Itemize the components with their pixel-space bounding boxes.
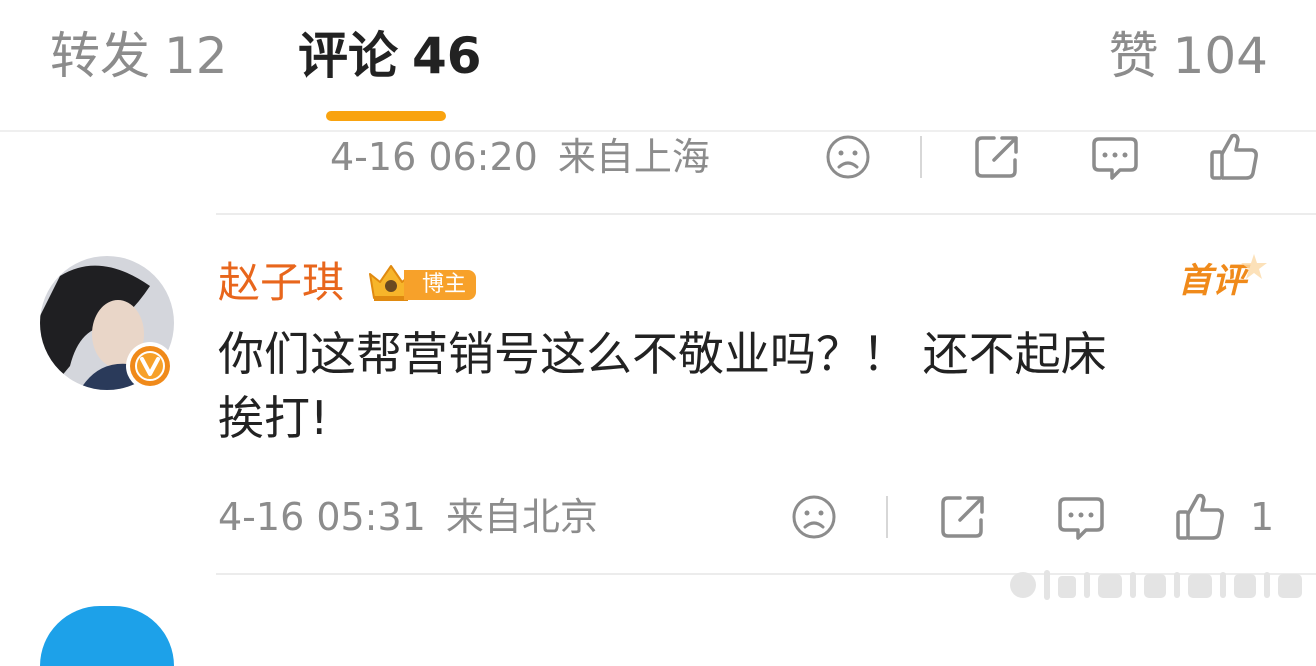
tab-like-label: 赞: [1108, 27, 1159, 85]
active-tab-indicator: [326, 111, 446, 121]
verified-v-icon: [124, 340, 176, 392]
comment-bubble-icon[interactable]: [1056, 493, 1106, 543]
star-icon: [1234, 252, 1270, 286]
tab-repost-label: 转发: [50, 27, 150, 85]
tab-repost[interactable]: 转发 12: [50, 26, 228, 86]
tabs-divider: [0, 130, 1316, 132]
action-separator: [920, 136, 922, 178]
comment-text-line-2: 挨打!: [218, 391, 329, 445]
share-icon[interactable]: [938, 492, 988, 542]
comment-time: 4-16 05:31: [218, 495, 426, 539]
comment-meta: 4-16 05:31 来自北京: [218, 494, 598, 540]
sad-face-icon[interactable]: [790, 493, 838, 541]
tab-repost-count: 12: [164, 27, 228, 85]
comment-divider: [216, 213, 1316, 215]
tab-bar: 转发 12 评论 46 赞 104: [0, 0, 1316, 130]
sad-face-icon[interactable]: [824, 133, 872, 181]
watermark-logo: [1010, 568, 1306, 602]
thumbs-up-icon[interactable]: [1174, 490, 1226, 542]
tab-comment-label: 评论: [298, 27, 398, 85]
share-icon[interactable]: [972, 132, 1022, 182]
previous-comment-source: 来自上海: [557, 135, 710, 179]
tab-like[interactable]: 赞 104: [1109, 26, 1268, 86]
tab-comment-count: 46: [412, 27, 482, 85]
comment-source: 来自北京: [445, 495, 598, 539]
previous-comment-time: 4-16 06:20: [330, 135, 538, 179]
tab-like-count: 104: [1172, 27, 1268, 85]
comment-text: 你们这帮营销号这么不敬业吗？！ 还不起床 挨打!: [218, 322, 1258, 450]
thumbs-up-icon[interactable]: [1208, 130, 1260, 182]
tab-comment[interactable]: 评论 46: [298, 26, 482, 86]
blogger-badge-label: 博主: [404, 270, 477, 300]
comment-text-line-1: 你们这帮营销号这么不敬业吗？！ 还不起床: [218, 327, 1107, 381]
like-count: 1: [1250, 495, 1275, 539]
comment-bubble-icon[interactable]: [1090, 133, 1140, 183]
action-separator: [886, 496, 888, 538]
avatar[interactable]: [40, 606, 174, 666]
username[interactable]: 赵子琪: [218, 256, 344, 310]
previous-comment-meta: 4-16 06:20 来自上海: [330, 134, 710, 180]
